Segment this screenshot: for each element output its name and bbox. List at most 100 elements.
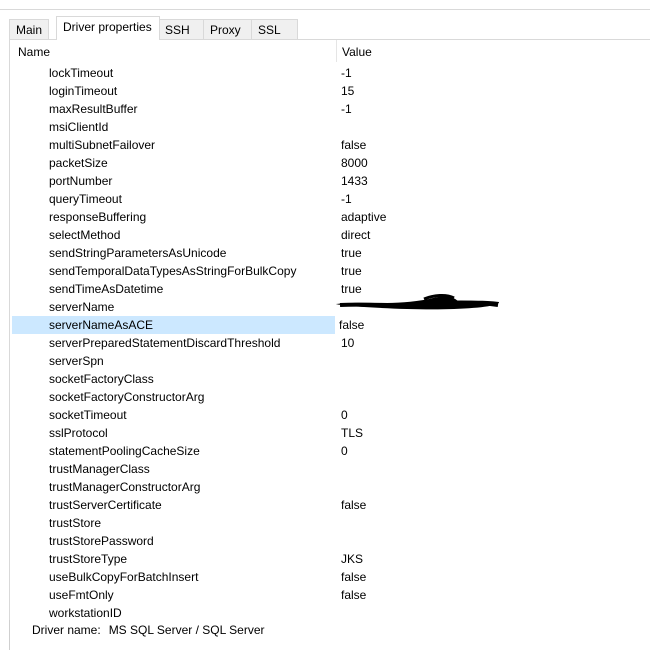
property-name: portNumber <box>49 174 113 188</box>
property-row[interactable]: multiSubnetFailover false <box>11 136 650 154</box>
property-value[interactable]: true <box>341 246 362 260</box>
property-row[interactable]: useFmtOnly false <box>11 586 650 604</box>
property-value[interactable]: false <box>341 570 366 584</box>
property-value[interactable]: 15 <box>341 84 354 98</box>
property-row[interactable]: responseBuffering adaptive <box>11 208 650 226</box>
property-name: trustManagerClass <box>49 462 150 476</box>
property-name: loginTimeout <box>49 84 118 98</box>
property-row[interactable]: sslProtocol TLS <box>11 424 650 442</box>
property-row[interactable]: trustManagerClass <box>11 460 650 478</box>
column-header-value[interactable]: Value <box>342 45 372 61</box>
property-name: lockTimeout <box>49 66 114 80</box>
tab-ssh-label: SSH <box>165 23 190 37</box>
property-value[interactable]: 1433 <box>341 174 368 188</box>
property-row[interactable]: trustStore <box>11 514 650 532</box>
property-value[interactable]: 0 <box>341 444 348 458</box>
property-name: queryTimeout <box>49 192 122 206</box>
property-row[interactable]: socketFactoryClass <box>11 370 650 388</box>
property-value[interactable]: 0 <box>341 408 348 422</box>
property-row[interactable]: trustManagerConstructorArg <box>11 478 650 496</box>
tab-proxy-label: Proxy <box>210 23 241 37</box>
property-value[interactable]: 8000 <box>341 156 368 170</box>
property-name: msiClientId <box>49 120 109 134</box>
property-name: sendStringParametersAsUnicode <box>49 246 227 260</box>
property-name: statementPoolingCacheSize <box>49 444 200 458</box>
window-top-border <box>0 9 650 10</box>
property-row[interactable]: statementPoolingCacheSize 0 <box>11 442 650 460</box>
tab-driver-properties[interactable]: Driver properties <box>56 16 160 40</box>
property-row[interactable]: serverSpn <box>11 352 650 370</box>
driver-name-label: Driver name: <box>32 623 101 637</box>
property-name: trustStorePassword <box>49 534 154 548</box>
redaction-scribble <box>336 294 500 310</box>
property-name: socketTimeout <box>49 408 127 422</box>
property-name: serverSpn <box>49 354 104 368</box>
property-name: sslProtocol <box>49 426 108 440</box>
property-row[interactable]: sendTimeAsDatetime true <box>11 280 650 298</box>
tab-driver-properties-label: Driver properties <box>63 20 152 34</box>
property-name: workstationID <box>49 606 122 620</box>
property-name: serverNameAsACE <box>49 318 154 332</box>
tab-proxy[interactable]: Proxy <box>203 19 253 39</box>
property-row[interactable]: packetSize 8000 <box>11 154 650 172</box>
property-row[interactable]: trustServerCertificate false <box>11 496 650 514</box>
property-row[interactable]: portNumber 1433 <box>11 172 650 190</box>
property-name: socketFactoryConstructorArg <box>49 390 205 404</box>
property-row[interactable]: trustStorePassword <box>11 532 650 550</box>
driver-name-row: Driver name: MS SQL Server / SQL Server <box>32 623 265 637</box>
property-value[interactable]: JKS <box>341 552 363 566</box>
property-value[interactable]: false <box>341 498 366 512</box>
property-row[interactable]: serverPreparedStatementDiscardThreshold 1… <box>11 334 650 352</box>
property-row[interactable]: socketFactoryConstructorArg <box>11 388 650 406</box>
property-value[interactable]: false <box>339 318 364 332</box>
property-name: trustStoreType <box>49 552 128 566</box>
panel-left-edge <box>9 620 10 650</box>
column-divider[interactable] <box>336 40 337 62</box>
property-row[interactable]: queryTimeout -1 <box>11 190 650 208</box>
property-row[interactable]: lockTimeout -1 <box>11 64 650 82</box>
property-name: sendTimeAsDatetime <box>49 282 164 296</box>
property-row[interactable]: serverName <box>11 298 650 316</box>
property-value[interactable]: -1 <box>341 102 352 116</box>
property-value[interactable]: false <box>341 588 366 602</box>
property-name: selectMethod <box>49 228 121 242</box>
property-row[interactable]: serverNameAsACE false <box>11 316 650 334</box>
tab-ssl[interactable]: SSL <box>251 19 298 39</box>
driver-name-value: MS SQL Server / SQL Server <box>108 623 265 637</box>
property-name: serverPreparedStatementDiscardThreshold <box>49 336 281 350</box>
property-value[interactable]: -1 <box>341 66 352 80</box>
property-row[interactable]: useBulkCopyForBatchInsert false <box>11 568 650 586</box>
property-name: serverName <box>49 300 115 314</box>
property-row[interactable]: sendTemporalDataTypesAsStringForBulkCopy… <box>11 262 650 280</box>
property-value[interactable]: TLS <box>341 426 363 440</box>
property-row[interactable]: sendStringParametersAsUnicode true <box>11 244 650 262</box>
properties-table: lockTimeout -1 loginTimeout 15 maxResultBuff… <box>11 64 650 622</box>
property-name: useFmtOnly <box>49 588 114 602</box>
property-name: trustManagerConstructorArg <box>49 480 201 494</box>
tab-main[interactable]: Main <box>9 19 49 39</box>
tab-main-label: Main <box>16 23 43 37</box>
property-name: trustStore <box>49 516 102 530</box>
property-value[interactable]: true <box>341 264 362 278</box>
column-header-name[interactable]: Name <box>18 45 50 61</box>
property-row[interactable]: msiClientId <box>11 118 650 136</box>
property-name: useBulkCopyForBatchInsert <box>49 570 199 584</box>
property-value[interactable]: 10 <box>341 336 354 350</box>
property-row[interactable]: selectMethod direct <box>11 226 650 244</box>
property-name: sendTemporalDataTypesAsStringForBulkCopy <box>49 264 297 278</box>
tab-ssl-label: SSL <box>258 23 281 37</box>
property-value[interactable]: direct <box>341 228 370 242</box>
property-row[interactable]: loginTimeout 15 <box>11 82 650 100</box>
property-row[interactable]: workstationID <box>11 604 650 622</box>
property-name: maxResultBuffer <box>49 102 138 116</box>
property-row[interactable]: trustStoreType JKS <box>11 550 650 568</box>
property-name: socketFactoryClass <box>49 372 154 386</box>
property-value[interactable]: false <box>341 138 366 152</box>
property-name: trustServerCertificate <box>49 498 162 512</box>
property-row[interactable]: socketTimeout 0 <box>11 406 650 424</box>
property-name: packetSize <box>49 156 108 170</box>
property-row[interactable]: maxResultBuffer -1 <box>11 100 650 118</box>
property-value[interactable]: -1 <box>341 192 352 206</box>
property-value[interactable]: adaptive <box>341 210 386 224</box>
tab-ssh[interactable]: SSH <box>158 19 205 39</box>
